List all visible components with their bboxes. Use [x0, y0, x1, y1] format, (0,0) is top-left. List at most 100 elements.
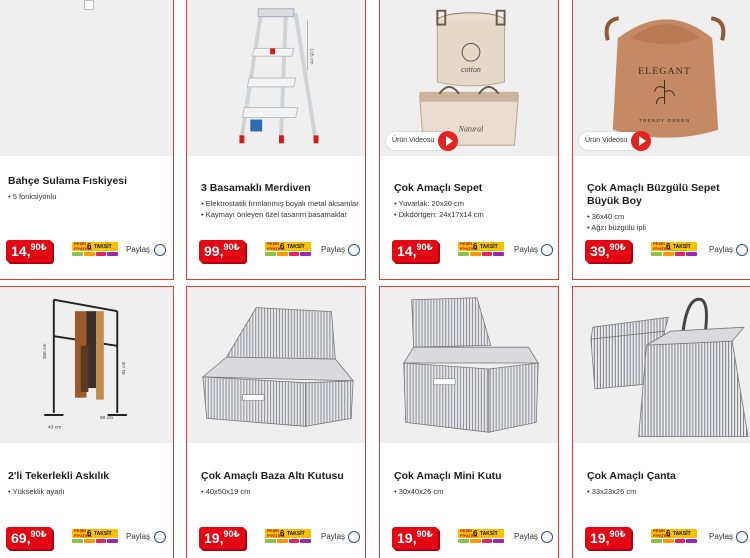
share-label[interactable]: Paylaş — [321, 531, 345, 543]
rack-depth-label: 43 cm — [48, 424, 61, 430]
product-card[interactable]: Bahçe Sulama Fıskiyesi 5 fonksiyonlu 14,… — [0, 0, 174, 280]
product-features: 36x40 cm Ağzı büzgülü ipli — [587, 211, 750, 233]
share-label[interactable]: Paylaş — [514, 531, 538, 543]
product-image[interactable]: 156 cm 91 cm 80 cm 43 cm — [0, 287, 173, 443]
basket-print-1: ELEGANT — [638, 66, 691, 77]
installment-count: 6 — [666, 529, 671, 538]
product-image[interactable]: 105 cm — [187, 0, 365, 156]
product-image[interactable]: ELEGANT TRENDY GREEN Ürün Videosu — [573, 0, 750, 156]
share-label[interactable]: Paylaş — [126, 531, 150, 543]
product-title[interactable]: Çok Amaçlı Büzgülü Sepet Büyük Boy — [587, 182, 748, 208]
share-label[interactable]: Paylaş — [321, 244, 345, 256]
feature-item: Yuvarlak: 20x20 cm — [394, 198, 552, 209]
installment-label: TAKSİT — [94, 244, 112, 250]
price-decimal: 90₺ — [223, 529, 240, 539]
product-grid: Bahçe Sulama Fıskiyesi 5 fonksiyonlu 14,… — [0, 0, 750, 558]
feature-item: 5 fonksiyonlu — [8, 191, 167, 202]
product-card[interactable]: ELEGANT TRENDY GREEN Ürün Videosu Çok Am… — [572, 0, 750, 280]
share-label[interactable]: Paylaş — [126, 244, 150, 256]
installment-count: 6 — [473, 242, 478, 251]
rack-height-label: 156 cm — [42, 343, 48, 359]
product-image[interactable] — [187, 287, 365, 443]
price-integer: 19, — [590, 530, 610, 546]
product-card[interactable]: Çok Amaçlı Mini Kutu 30x40x26 cm 19,90₺ … — [379, 286, 559, 558]
installment-count: 6 — [280, 529, 285, 538]
feature-item: 30x40x26 cm — [394, 486, 552, 497]
feature-item: 36x40 cm — [587, 211, 750, 222]
product-card[interactable]: Çok Amaçlı Baza Altı Kutusu 40x50x19 cm … — [186, 286, 366, 558]
share-radio[interactable] — [348, 531, 360, 543]
share-radio[interactable] — [541, 244, 553, 256]
price-badge: 14,90₺ — [392, 240, 438, 262]
underbed-box-image — [201, 307, 354, 427]
product-title[interactable]: 2'li Tekerlekli Askılık — [8, 470, 165, 483]
feature-item: Yükseklik ayarlı — [8, 486, 167, 497]
share-radio[interactable] — [736, 244, 748, 256]
product-features: Yükseklik ayarlı — [8, 486, 167, 497]
installment-count: 6 — [666, 242, 671, 251]
feature-item: Kaymayı önleyen özel tasarım basamaklar — [201, 209, 359, 220]
price-badge: 19,90₺ — [392, 527, 438, 549]
bank-logos — [72, 252, 118, 257]
price-decimal: 90₺ — [609, 529, 626, 539]
installment-count: 6 — [87, 529, 92, 538]
product-features: Elektrostatik fırınlanmış boyalı metal a… — [201, 198, 359, 220]
product-image[interactable]: cotton Natural Ürün Videosu — [380, 0, 558, 156]
product-title[interactable]: Çok Amaçlı Çanta — [587, 470, 748, 483]
product-features: 33x23x26 cm — [587, 486, 750, 497]
price-badge: 99,90₺ — [199, 240, 245, 262]
installment-badge: PEŞİN FİYATINA 6 TAKSİT — [458, 528, 504, 545]
feature-item: 33x23x26 cm — [587, 486, 750, 497]
price-decimal: 90₺ — [223, 242, 240, 252]
product-card[interactable]: 156 cm 91 cm 80 cm 43 cm 2'li Tekerlekli… — [0, 286, 174, 558]
installment-label: TAKSİT — [673, 244, 691, 250]
product-title[interactable]: Çok Amaçlı Mini Kutu — [394, 470, 550, 483]
price-badge: 39,90₺ — [585, 240, 631, 262]
installment-badge: PEŞİN FİYATINA 6 TAKSİT — [651, 241, 697, 258]
mini-box-image — [403, 297, 539, 433]
product-title[interactable]: 3 Basamaklı Merdiven — [201, 182, 357, 195]
product-features: 30x40x26 cm — [394, 486, 552, 497]
installment-badge: PEŞİN FİYATINA 6 TAKSİT — [72, 528, 118, 545]
share-radio[interactable] — [736, 531, 748, 543]
share-radio[interactable] — [154, 531, 166, 543]
share-label[interactable]: Paylaş — [709, 244, 733, 256]
product-title[interactable]: Çok Amaçlı Baza Altı Kutusu — [201, 470, 357, 483]
bank-logos — [651, 252, 697, 257]
feature-item: 40x50x19 cm — [201, 486, 359, 497]
clothes-rack-image: 156 cm 91 cm 80 cm 43 cm — [42, 298, 127, 430]
price-decimal: 90₺ — [30, 242, 47, 252]
product-card[interactable]: cotton Natural Ürün Videosu Çok Amaçlı S… — [379, 0, 559, 280]
price-integer: 14, — [11, 243, 31, 259]
installment-badge: PEŞİN FİYATINA 6 TAKSİT — [265, 528, 311, 545]
product-title[interactable]: Bahçe Sulama Fıskiyesi — [8, 175, 165, 188]
bank-logos — [265, 252, 311, 257]
ladder-image: 105 cm — [239, 8, 319, 144]
price-decimal: 90₺ — [30, 529, 47, 539]
rack-width-label: 80 cm — [100, 415, 113, 421]
price-integer: 19, — [204, 530, 224, 546]
product-features: 5 fonksiyonlu — [8, 191, 167, 202]
product-card[interactable]: Çok Amaçlı Çanta 33x23x26 cm 19,90₺ PEŞİ… — [572, 286, 750, 558]
product-video-button[interactable]: Ürün Videosu — [386, 131, 459, 151]
share-radio[interactable] — [154, 244, 166, 256]
product-image[interactable] — [573, 287, 750, 443]
share-radio[interactable] — [348, 244, 360, 256]
installment-prefix: PEŞİN FİYATINA — [267, 241, 285, 251]
installment-badge: PEŞİN FİYATINA 6 TAKSİT — [265, 241, 311, 258]
basket-print-2: Natural — [458, 124, 484, 133]
product-image[interactable] — [380, 287, 558, 443]
product-card[interactable]: 105 cm 3 Basamaklı Merdiven Elektrostati… — [186, 0, 366, 280]
product-video-button[interactable]: Ürün Videosu — [579, 131, 652, 151]
product-features: Yuvarlak: 20x20 cm Dikdörtgen: 24x17x14 … — [394, 198, 552, 220]
product-title[interactable]: Çok Amaçlı Sepet — [394, 182, 550, 195]
share-label[interactable]: Paylaş — [709, 531, 733, 543]
price-integer: 99, — [204, 243, 224, 259]
product-image[interactable] — [0, 0, 173, 156]
installment-count: 6 — [280, 242, 285, 251]
price-integer: 69, — [11, 530, 31, 546]
share-radio[interactable] — [541, 531, 553, 543]
price-badge: 69,90₺ — [6, 527, 52, 549]
bank-logos — [72, 539, 118, 544]
share-label[interactable]: Paylaş — [514, 244, 538, 256]
